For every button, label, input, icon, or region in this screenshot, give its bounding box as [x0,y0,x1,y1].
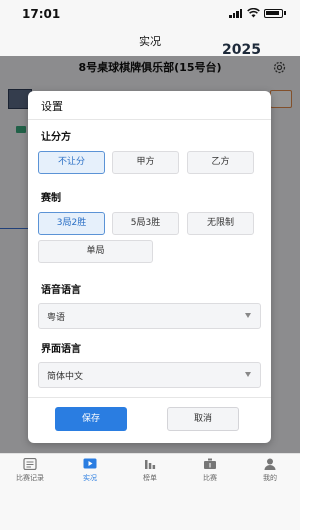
handicap-option-a[interactable]: 甲方 [112,151,179,174]
handicap-option-b[interactable]: 乙方 [187,151,254,174]
format-option-unlimited[interactable]: 无限制 [187,212,254,235]
signal-icon [229,8,243,18]
footer-divider [28,397,271,398]
tab-mine[interactable]: 我的 [240,458,300,483]
ui-language-label: 界面语言 [41,344,81,355]
settings-dialog: 设置 让分方 不让分 甲方 乙方 赛制 3局2胜 5局3胜 无限制 单局 语音语… [28,91,271,443]
chevron-down-icon [245,372,251,377]
page-title: 实况 [139,35,161,48]
status-icons [229,8,286,18]
format-option-best-of-3[interactable]: 3局2胜 [38,212,105,235]
bar-chart-icon [145,460,156,469]
format-option-best-of-5[interactable]: 5局3胜 [112,212,179,235]
battery-tip [284,11,286,15]
wifi-icon [247,8,260,18]
battery-icon [264,8,283,18]
home-indicator-area [0,510,300,530]
format-option-single[interactable]: 单局 [38,240,153,263]
tab-live[interactable]: 实况 [60,458,120,483]
save-button[interactable]: 保存 [55,407,127,431]
dialog-title: 设置 [41,100,63,113]
title-divider [28,119,271,120]
handicap-label: 让分方 [41,132,71,143]
tab-label: 我的 [263,474,277,482]
tab-label: 榜单 [143,474,157,482]
voice-language-value: 粤语 [47,313,66,323]
voice-language-select[interactable]: 粤语 [38,303,261,329]
tab-rankings[interactable]: 榜单 [120,458,180,483]
status-bar: 17:01 [0,0,300,28]
tab-match-records[interactable]: 比赛记录 [0,458,60,483]
user-icon [264,458,276,470]
voice-language-label: 语音语言 [41,285,81,296]
cancel-button[interactable]: 取消 [167,407,239,431]
ui-language-select[interactable]: 简体中文 [38,362,261,388]
chevron-down-icon [245,313,251,318]
format-label: 赛制 [41,193,61,204]
status-time: 17:01 [22,7,61,21]
tab-matches[interactable]: 比赛 [180,458,240,483]
play-icon [83,458,97,469]
tab-label: 比赛记录 [16,474,44,482]
match-icon [204,458,216,469]
ui-language-value: 简体中文 [47,372,84,382]
tab-label: 实况 [83,474,97,482]
tab-label: 比赛 [203,474,217,482]
tab-bar: 比赛记录 实况 榜单 比赛 我的 [0,453,300,510]
list-icon [23,458,37,470]
handicap-option-none[interactable]: 不让分 [38,151,105,174]
